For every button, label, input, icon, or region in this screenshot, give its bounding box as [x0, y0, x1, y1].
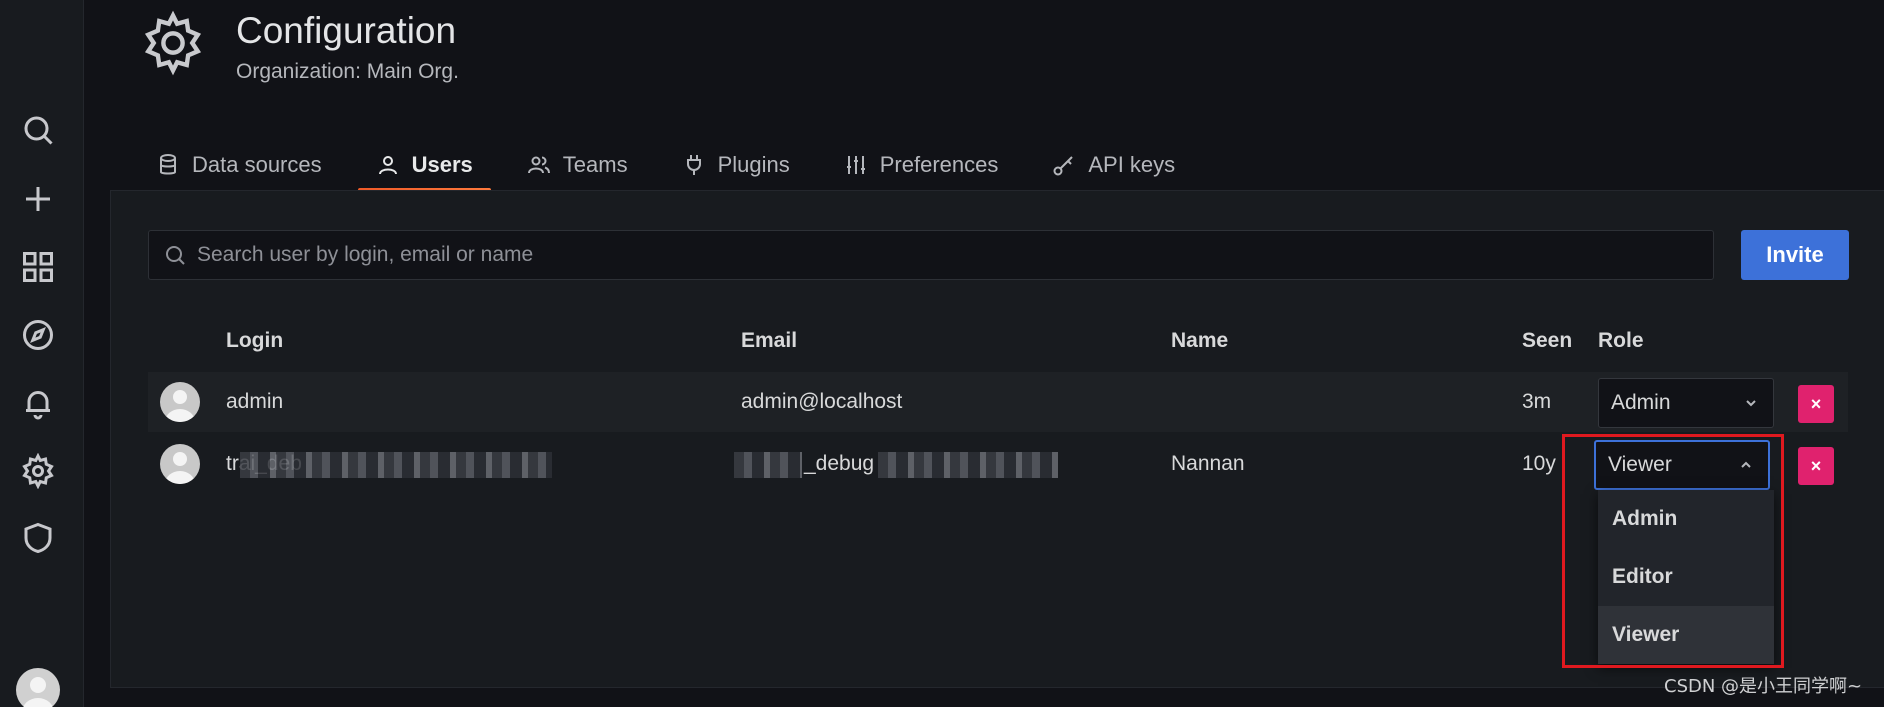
- delete-user-button[interactable]: ×: [1798, 447, 1834, 485]
- tab-label: Teams: [562, 152, 628, 177]
- search-box[interactable]: [148, 230, 1714, 280]
- user-seen: 10y: [1522, 452, 1556, 475]
- avatar: [160, 382, 200, 422]
- user-icon: [378, 156, 397, 175]
- star-icon[interactable]: [24, 0, 52, 10]
- redacted-login: [240, 452, 552, 478]
- watermark: CSDN @是小王同学啊~: [1664, 676, 1863, 697]
- redacted-email: [878, 452, 1058, 478]
- cog-icon: [144, 10, 202, 76]
- user-email: admin@localhost: [741, 390, 903, 413]
- invite-button[interactable]: Invite: [1741, 230, 1849, 280]
- tab-api-keys[interactable]: API keys: [1034, 140, 1193, 190]
- tab-label: Preferences: [879, 152, 999, 177]
- key-icon: [1053, 156, 1074, 176]
- column-header-name: Name: [1171, 329, 1229, 352]
- annotation-highlight-box: [1562, 434, 1784, 668]
- user-avatar[interactable]: [16, 668, 60, 707]
- gear-icon[interactable]: [18, 451, 58, 491]
- redacted-email: [734, 452, 802, 478]
- search-input[interactable]: [197, 243, 1713, 267]
- column-header-login: Login: [226, 329, 284, 352]
- role-select-value: Admin: [1611, 391, 1671, 414]
- tab-teams[interactable]: Teams: [509, 140, 646, 190]
- avatar: [160, 444, 200, 484]
- sidebar: [0, 0, 84, 707]
- user-name: Nannan: [1171, 452, 1245, 475]
- tab-plugins[interactable]: Plugins: [664, 140, 808, 190]
- column-header-role: Role: [1598, 329, 1644, 352]
- column-header-email: Email: [741, 329, 798, 352]
- tab-label: Plugins: [717, 152, 790, 177]
- database-icon: [160, 154, 176, 175]
- tab-label: Data sources: [192, 152, 322, 177]
- delete-user-button[interactable]: ×: [1798, 385, 1834, 423]
- users-icon: [527, 156, 550, 174]
- compass-icon[interactable]: [18, 315, 58, 355]
- tab-bar: Data sources Users Teams Plugins Prefere…: [138, 140, 1211, 192]
- table-row: admin admin@localhost 3m: [148, 372, 1848, 432]
- plug-icon: [686, 155, 701, 175]
- tab-label: API keys: [1088, 152, 1176, 177]
- tab-users[interactable]: Users: [357, 140, 491, 192]
- tab-data-sources[interactable]: Data sources: [138, 140, 340, 190]
- plus-icon[interactable]: [18, 179, 58, 219]
- role-select[interactable]: Admin: [1598, 378, 1774, 428]
- sliders-icon: [846, 156, 865, 174]
- bell-icon[interactable]: [18, 383, 58, 423]
- page-title: Configuration: [236, 10, 457, 51]
- tab-label: Users: [411, 152, 473, 177]
- chevron-down-icon: [1746, 400, 1756, 407]
- user-login: admin: [226, 390, 284, 413]
- tab-preferences[interactable]: Preferences: [826, 140, 1017, 190]
- search-icon: [166, 246, 185, 265]
- shield-icon[interactable]: [18, 518, 58, 558]
- page-subtitle: Organization: Main Org.: [236, 60, 459, 83]
- user-email: _debug: [804, 452, 875, 475]
- column-header-seen: Seen: [1522, 329, 1573, 352]
- search-icon[interactable]: [18, 110, 58, 150]
- dashboards-icon[interactable]: [18, 247, 58, 287]
- user-seen: 3m: [1522, 390, 1552, 413]
